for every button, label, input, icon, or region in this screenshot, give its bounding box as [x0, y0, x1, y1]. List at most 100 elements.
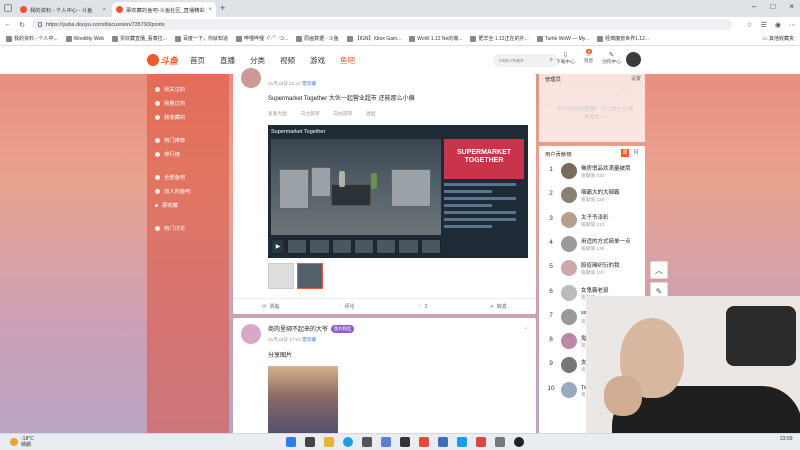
nav-games[interactable]: 游戏: [310, 55, 325, 66]
ranking-row[interactable]: 3 太子爷泽彩 贡献值 213: [539, 209, 645, 233]
nav-home[interactable]: 首页: [190, 55, 205, 66]
bookmark[interactable]: Wootility Web: [65, 35, 104, 42]
app-icon[interactable]: [400, 437, 410, 447]
app-icon[interactable]: [457, 437, 467, 447]
manager-settings-link[interactable]: 设置: [631, 75, 641, 82]
new-tab-button[interactable]: +: [220, 3, 225, 13]
rotate-right-button[interactable]: 向右旋转: [334, 111, 353, 117]
chevron-down-icon[interactable]: ⌄: [523, 324, 528, 331]
user-avatar[interactable]: [626, 52, 641, 67]
bookmark[interactable]: 经典魔兽世界1.12...: [597, 35, 649, 42]
close-window-icon[interactable]: ×: [789, 2, 794, 11]
taskbar-clock[interactable]: 23:59: [780, 436, 793, 442]
favorites-icon[interactable]: ☰: [761, 21, 767, 29]
sidebar-item-viewed[interactable]: 我看过的: [147, 96, 229, 110]
post-avatar[interactable]: [241, 68, 261, 88]
sidebar-item-all-yuba[interactable]: 全部鱼吧: [147, 170, 229, 184]
sidebar-item-following[interactable]: 我关注的: [147, 82, 229, 96]
back-to-top-button[interactable]: ︿: [650, 261, 668, 279]
task-view-icon[interactable]: [305, 437, 315, 447]
rank-username[interactable]: 佛房俏品欢滴量被窝: [581, 164, 643, 172]
app-icon[interactable]: [495, 437, 505, 447]
app-icon[interactable]: [476, 437, 486, 447]
app-icon[interactable]: [514, 437, 524, 447]
close-tab-icon[interactable]: ×: [208, 7, 212, 13]
tab-week[interactable]: 周: [621, 149, 629, 157]
browser-tab-1[interactable]: 我的资料 - 个人中心 - 斗鱼 ×: [16, 2, 110, 17]
image-thumbnail-selected[interactable]: [297, 263, 323, 289]
post-title[interactable]: Supermarket Together 大伙一起营业超市 还能那么小偏: [268, 93, 415, 102]
minimize-icon[interactable]: –: [752, 2, 756, 11]
image-thumbnail[interactable]: [268, 263, 294, 289]
ranking-row[interactable]: 2 咽霸大的大咽霸 贡献值 226: [539, 184, 645, 208]
rank-username[interactable]: 女鬼霸老鼠: [581, 286, 643, 294]
app-icon[interactable]: [381, 437, 391, 447]
profile-icon[interactable]: ◉: [775, 21, 781, 29]
rank-username[interactable]: 用适的方式简单一点: [581, 237, 643, 245]
bookmark[interactable]: 我的资料 - 个人中...: [6, 35, 58, 42]
back-icon[interactable]: ←: [4, 21, 12, 28]
avatar[interactable]: [561, 163, 577, 179]
site-search-input[interactable]: cogo major ⌕: [493, 54, 559, 67]
tab-month[interactable]: 月: [632, 149, 640, 157]
like-button[interactable]: ♡ 2: [385, 304, 461, 310]
play-icon[interactable]: ▶: [271, 239, 285, 254]
start-icon[interactable]: [286, 437, 296, 447]
view-large-button[interactable]: 查看大图: [268, 111, 287, 117]
bookmark[interactable]: 原画数据 - 斗鱼: [296, 35, 339, 42]
avatar[interactable]: [561, 235, 577, 252]
bookmark[interactable]: WoW 1.12 Ne的爆...: [409, 35, 462, 42]
more-menu-icon[interactable]: ⋯: [789, 21, 796, 29]
avatar[interactable]: [561, 333, 577, 350]
file-explorer-icon[interactable]: [324, 437, 334, 447]
weather-widget[interactable]: -18°C 晴朗: [10, 436, 34, 448]
nav-yuba[interactable]: 鱼吧: [340, 55, 355, 66]
avatar[interactable]: [561, 284, 577, 301]
bookmark[interactable]: 票欢藏直播_看泰拉...: [112, 35, 167, 42]
avatar[interactable]: [561, 381, 577, 398]
other-favorites-folder[interactable]: ▭ 其他收藏夹: [762, 35, 794, 43]
sidebar-item-joined[interactable]: 加入的鱼吧: [147, 184, 229, 198]
bookmark[interactable]: 【IGN】Xbox Gam...: [346, 35, 401, 42]
creator-center-button[interactable]: ✎ 创作中心: [602, 51, 621, 65]
nav-live[interactable]: 直播: [220, 55, 235, 66]
post-avatar[interactable]: [241, 324, 261, 344]
rotate-left-button[interactable]: 向左旋转: [301, 111, 320, 117]
search-icon[interactable]: ⌕: [550, 57, 553, 64]
rank-username[interactable]: 咽霸大的大咽霸: [581, 188, 643, 196]
bookmark[interactable]: Turtle WoW — My...: [536, 35, 589, 42]
douyu-logo[interactable]: 斗鱼: [147, 53, 180, 67]
tab-actions-icon[interactable]: [4, 4, 12, 12]
ranking-row[interactable]: 1 佛房俏品欢滴量被窝 贡献值 332: [539, 160, 645, 184]
nav-category[interactable]: 分类: [250, 55, 265, 66]
ranking-row[interactable]: 4 用适的方式简单一点 贡献值 138: [539, 233, 645, 257]
nav-video[interactable]: 视频: [280, 55, 295, 66]
sidebar-item-ranking[interactable]: 排行榜: [147, 147, 229, 161]
comment-button[interactable]: ◌ 评论: [309, 303, 385, 311]
share-button[interactable]: ⟳ 票临: [233, 303, 309, 311]
collapse-button[interactable]: 收起: [366, 111, 375, 117]
star-icon[interactable]: ☆: [746, 21, 752, 29]
avatar[interactable]: [561, 260, 577, 277]
sidebar-item-hot-discussion[interactable]: 热门讨论: [147, 221, 229, 235]
bookmark[interactable]: 哔哩哔哩（'- '゜つ...: [235, 35, 288, 42]
rank-username[interactable]: 股疫厢织衍的我: [581, 261, 643, 269]
bookmark[interactable]: 百度一下，你就知道: [174, 35, 228, 42]
close-tab-icon[interactable]: ×: [102, 7, 106, 13]
sidebar-item-hot[interactable]: 热门推荐: [147, 133, 229, 147]
avatar[interactable]: [561, 357, 577, 374]
avatar[interactable]: [561, 187, 577, 204]
app-icon[interactable]: [362, 437, 372, 447]
post-image-main[interactable]: Supermarket Together ▶ SUPERMARKET TOGET…: [268, 125, 528, 258]
sidebar-item-current-yuba[interactable]: 票欢藏: [147, 198, 229, 212]
sidebar-item-favorites[interactable]: 我收藏的: [147, 110, 229, 124]
avatar[interactable]: [561, 211, 577, 228]
edge-icon[interactable]: [343, 437, 353, 447]
post-photo[interactable]: [268, 366, 338, 433]
browser-tab-2[interactable]: 票欢藏的鱼吧-斗鱼社区_直播精彩 ×: [112, 2, 216, 17]
url-field[interactable]: https://yuba.douyu.com/discussion/735793…: [32, 19, 732, 30]
forward-button[interactable]: ⇗ 转发: [460, 303, 536, 311]
refresh-icon[interactable]: ↻: [18, 21, 26, 29]
bookmark[interactable]: 肥羊全 1.12正在的扑...: [470, 35, 529, 42]
download-center-button[interactable]: ⇩ 下载中心: [556, 51, 575, 65]
